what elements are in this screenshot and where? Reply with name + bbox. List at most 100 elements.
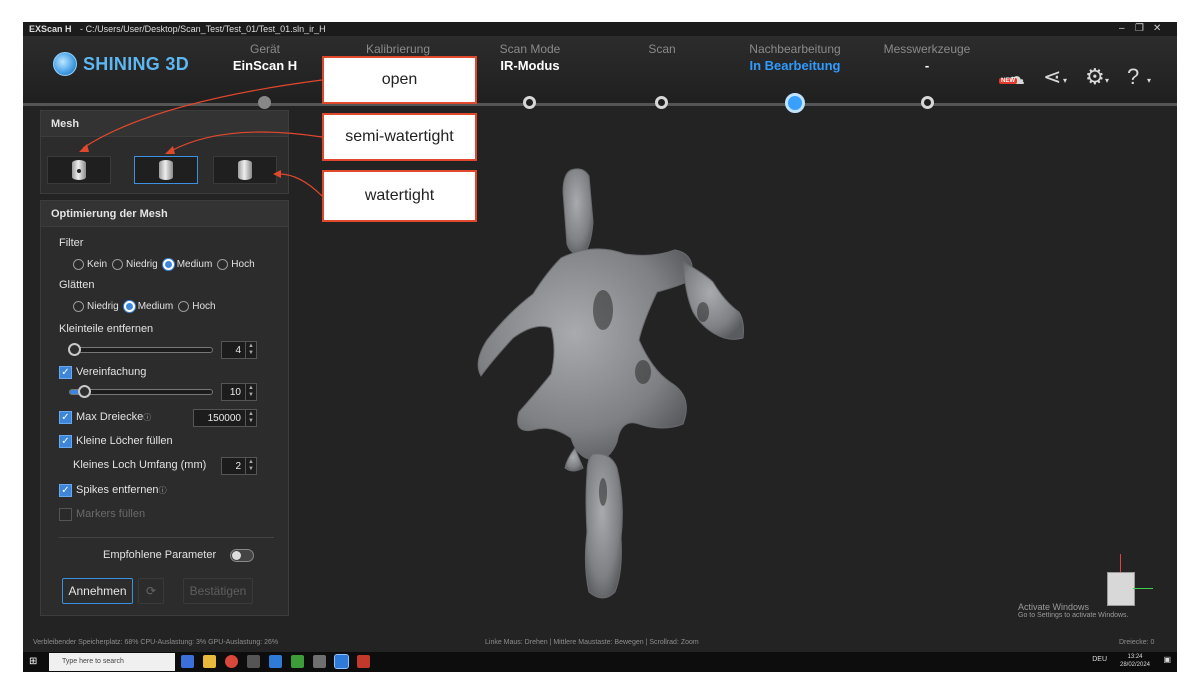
smooth-option-high[interactable]: Hoch bbox=[178, 301, 216, 312]
step-node-scan[interactable] bbox=[655, 96, 668, 109]
status-resources: Verbleibender Speicherplatz: 68% CPU-Aus… bbox=[33, 639, 279, 646]
optimization-title: Optimierung der Mesh bbox=[41, 201, 288, 227]
exscan-taskbar-icon[interactable] bbox=[334, 654, 349, 669]
fill-holes-label: Kleine Löcher füllen bbox=[76, 435, 173, 447]
windows-start-icon[interactable]: ⊞ bbox=[29, 656, 37, 667]
max-triangles-checkbox[interactable]: ✓ bbox=[59, 411, 72, 424]
notification-icon[interactable]: ▣ bbox=[1163, 656, 1171, 664]
title-bar: EXScan H - C:/Users/User/Desktop/Scan_Te… bbox=[23, 22, 1177, 36]
taskbar-app-icon[interactable] bbox=[313, 655, 326, 668]
simplify-slider[interactable] bbox=[69, 385, 213, 398]
brand-logo: SHINING 3D bbox=[53, 52, 189, 76]
step-postprocessing[interactable]: Nachbearbeitung In Bearbeitung bbox=[725, 42, 865, 76]
slider-thumb[interactable] bbox=[78, 385, 91, 398]
info-icon: ⓘ bbox=[158, 486, 167, 495]
mesh-semi-watertight-button[interactable] bbox=[134, 156, 198, 184]
taskbar-app-icon[interactable] bbox=[357, 655, 370, 668]
brand-name: SHINING 3D bbox=[83, 53, 190, 74]
app-window: EXScan H - C:/Users/User/Desktop/Scan_Te… bbox=[23, 22, 1177, 672]
cylinder-open-icon bbox=[72, 160, 86, 180]
confirm-button[interactable]: Bestätigen bbox=[183, 578, 253, 604]
reset-icon[interactable]: ⟳ bbox=[138, 578, 164, 604]
taskbar-app-icon[interactable] bbox=[291, 655, 304, 668]
fill-holes-checkbox[interactable]: ✓ bbox=[59, 435, 72, 448]
step-device[interactable]: Gerät EinScan H bbox=[195, 42, 335, 76]
file-explorer-icon[interactable] bbox=[203, 655, 216, 668]
workflow-progress-line bbox=[23, 103, 1177, 106]
filter-label: Filter bbox=[59, 237, 84, 249]
minimize-icon[interactable]: – bbox=[1119, 22, 1125, 36]
mesh-optimization-panel: Optimierung der Mesh Filter Kein Niedrig… bbox=[40, 200, 289, 616]
small-parts-label: Kleinteile entfernen bbox=[59, 323, 154, 335]
share-icon[interactable]: ⋖ ▾ bbox=[1043, 64, 1067, 90]
status-bar: Verbleibender Speicherplatz: 68% CPU-Aus… bbox=[23, 636, 1177, 650]
simplify-label: Vereinfachung bbox=[76, 366, 147, 378]
small-parts-stepper[interactable]: 4 ▲ ▼ bbox=[221, 341, 257, 359]
step-scan-mode[interactable]: Scan Mode IR-Modus bbox=[460, 42, 600, 76]
status-triangles: Dreiecke: 0 bbox=[1119, 639, 1155, 646]
filter-radio-group: Kein Niedrig Medium Hoch bbox=[73, 259, 260, 270]
smooth-option-low[interactable]: Niedrig bbox=[73, 301, 119, 312]
step-node-measure-tools[interactable] bbox=[921, 96, 934, 109]
recommended-params-toggle[interactable] bbox=[230, 549, 254, 562]
chevron-down-icon: ▾ bbox=[1105, 76, 1110, 85]
max-triangles-stepper[interactable]: 150000 ▲ ▼ bbox=[193, 409, 257, 427]
mesh-watertight-button[interactable] bbox=[213, 156, 277, 184]
step-scan[interactable]: Scan bbox=[592, 42, 732, 76]
callout-watertight: watertight bbox=[322, 170, 477, 222]
mesh-open-button[interactable] bbox=[47, 156, 111, 184]
info-icon: ⓘ bbox=[143, 413, 152, 422]
app-name: EXScan H bbox=[29, 24, 72, 34]
mesh-panel-title: Mesh bbox=[41, 111, 288, 137]
taskbar-app-icon[interactable] bbox=[181, 655, 194, 668]
stepper-arrows-icon[interactable]: ▲ ▼ bbox=[245, 384, 256, 400]
axis-x-line bbox=[1120, 554, 1121, 572]
filter-option-none[interactable]: Kein bbox=[73, 259, 107, 270]
close-icon[interactable]: ✕ bbox=[1153, 22, 1161, 36]
taskbar-app-icon[interactable] bbox=[269, 655, 282, 668]
hole-perimeter-stepper[interactable]: 2 ▲ ▼ bbox=[221, 457, 257, 475]
axis-y-line bbox=[1133, 588, 1153, 589]
maximize-icon[interactable]: ❐ bbox=[1135, 22, 1144, 36]
chrome-icon[interactable] bbox=[225, 655, 238, 668]
small-parts-slider[interactable] bbox=[68, 343, 213, 356]
callout-semi-watertight: semi-watertight bbox=[322, 113, 477, 161]
filter-option-low[interactable]: Niedrig bbox=[112, 259, 158, 270]
step-node-scan-mode[interactable] bbox=[523, 96, 536, 109]
stepper-arrows-icon[interactable]: ▲ ▼ bbox=[245, 342, 256, 358]
stepper-arrows-icon[interactable]: ▲ ▼ bbox=[245, 410, 256, 426]
filter-option-medium[interactable]: Medium bbox=[162, 259, 212, 270]
simplify-stepper[interactable]: 10 ▲ ▼ bbox=[221, 383, 257, 401]
simplify-checkbox[interactable]: ✓ bbox=[59, 366, 72, 379]
language-indicator[interactable]: DEU bbox=[1092, 656, 1107, 664]
cloud-upload-icon[interactable]: ☁ NEW bbox=[999, 64, 1025, 90]
max-triangles-label: Max Dreieckeⓘ bbox=[76, 411, 152, 423]
smooth-radio-group: Niedrig Medium Hoch bbox=[73, 301, 221, 312]
gear-icon[interactable]: ⚙ ▾ bbox=[1085, 64, 1109, 90]
help-icon[interactable]: ? ▾ bbox=[1127, 64, 1151, 90]
smooth-label: Glätten bbox=[59, 279, 95, 291]
remove-spikes-checkbox[interactable]: ✓ bbox=[59, 484, 72, 497]
step-measure-tools[interactable]: Messwerkzeuge - bbox=[857, 42, 997, 76]
chevron-down-icon: ▾ bbox=[1063, 76, 1068, 85]
step-node-postprocessing[interactable] bbox=[785, 93, 805, 113]
clock[interactable]: 13:24 28/02/2024 bbox=[1113, 653, 1157, 669]
project-path: C:/Users/User/Desktop/Scan_Test/Test_01/… bbox=[85, 24, 326, 34]
taskbar-search-input[interactable]: Type here to search bbox=[49, 653, 175, 671]
activate-windows-watermark: Activate Windows Go to Settings to activ… bbox=[1018, 602, 1129, 619]
terminal-icon[interactable] bbox=[247, 655, 260, 668]
remove-spikes-label: Spikes entfernenⓘ bbox=[76, 484, 167, 496]
apply-button[interactable]: Annehmen bbox=[62, 578, 133, 604]
view-orientation-cube[interactable] bbox=[1107, 572, 1135, 606]
mesh-3d-view[interactable] bbox=[443, 162, 763, 602]
stepper-arrows-icon[interactable]: ▲ ▼ bbox=[245, 458, 256, 474]
smooth-option-medium[interactable]: Medium bbox=[123, 301, 173, 312]
filter-option-high[interactable]: Hoch bbox=[217, 259, 255, 270]
cylinder-semi-icon bbox=[159, 160, 173, 180]
callout-open: open bbox=[322, 56, 477, 104]
new-badge: NEW bbox=[999, 78, 1017, 84]
globe-logo-icon bbox=[53, 52, 77, 76]
fill-markers-checkbox[interactable] bbox=[59, 508, 72, 521]
slider-thumb[interactable] bbox=[68, 343, 81, 356]
step-node-device[interactable] bbox=[258, 96, 271, 109]
